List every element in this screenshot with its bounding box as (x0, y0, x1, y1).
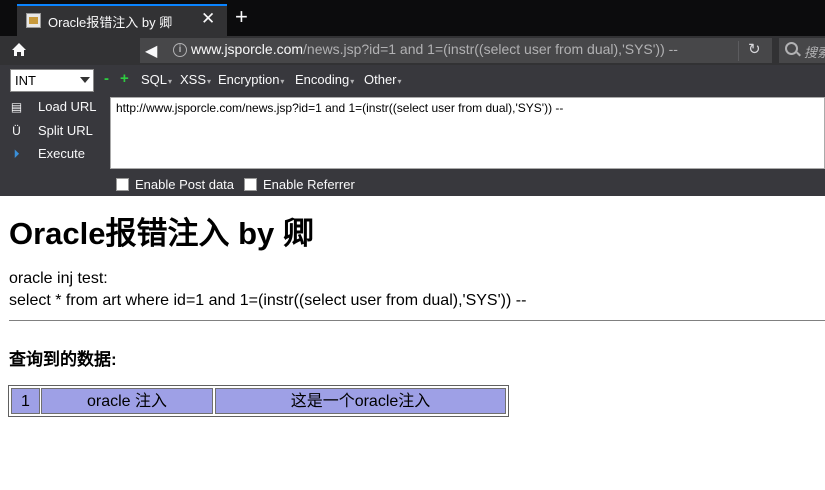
results-heading: 查询到的数据: (9, 350, 117, 369)
search-icon (785, 42, 798, 55)
search-placeholder: 搜索 (804, 45, 825, 60)
tab-title: Oracle报错注入 by 卿 (48, 15, 173, 30)
url-host: www.jsporcle.com (191, 41, 304, 57)
execute-button[interactable]: ⏵ Execute (9, 146, 85, 162)
hackbar-url-field[interactable]: http://www.jsporcle.com/news.jsp?id=1 an… (110, 97, 825, 169)
info-icon[interactable]: i (173, 43, 187, 57)
reload-icon[interactable]: ↻ (748, 40, 761, 58)
chevron-down-icon (80, 77, 90, 83)
url-text[interactable]: www.jsporcle.com/news.jsp?id=1 and 1=(in… (191, 41, 711, 57)
split-url-button[interactable]: Ü Split URL (9, 123, 93, 138)
checkbox-box[interactable] (244, 178, 257, 191)
new-tab-button[interactable]: + (235, 4, 248, 30)
menu-other[interactable]: Other▾ (364, 72, 402, 87)
type-select[interactable]: INT (10, 69, 94, 92)
table-cell-title: oracle 注入 (41, 388, 213, 414)
menu-encoding[interactable]: Encoding▾ (295, 72, 354, 87)
divider (9, 320, 825, 321)
sql-query-text: select * from art where id=1 and 1=(inst… (9, 292, 527, 309)
menu-xss[interactable]: XSS▾ (180, 72, 211, 87)
menu-sql[interactable]: SQL▾ (141, 72, 172, 87)
table-cell-id: 1 (11, 388, 40, 414)
type-select-value: INT (15, 73, 36, 88)
close-tab-icon[interactable]: ✕ (201, 9, 215, 29)
menu-encryption[interactable]: Encryption▾ (218, 72, 284, 87)
enable-referrer-checkbox[interactable]: Enable Referrer (244, 177, 355, 192)
intro-text: oracle inj test: (9, 270, 108, 287)
enable-post-data-checkbox[interactable]: Enable Post data (116, 177, 234, 192)
table-cell-content: 这是一个oracle注入 (215, 388, 506, 414)
page-title: Oracle报错注入 by 卿 (9, 216, 314, 251)
url-path: /news.jsp?id=1 and 1=(instr((select user… (303, 41, 678, 57)
home-icon[interactable] (11, 42, 27, 57)
printer-icon: ▤ (10, 100, 23, 114)
checkbox-box[interactable] (116, 178, 129, 191)
results-table: 1 oracle 注入 这是一个oracle注入 (8, 385, 509, 417)
load-url-button[interactable]: ▤ Load URL (9, 99, 97, 114)
play-icon: ⏵ (13, 147, 20, 161)
browser-tab[interactable]: Oracle报错注入 by 卿 ✕ (17, 4, 227, 36)
url-separator (738, 41, 739, 61)
decrement-button[interactable]: - (104, 70, 109, 87)
favicon-icon (26, 13, 41, 28)
split-icon: Ü (12, 124, 21, 138)
back-arrow-icon[interactable]: ◀ (145, 41, 157, 61)
increment-button[interactable]: + (120, 70, 129, 87)
